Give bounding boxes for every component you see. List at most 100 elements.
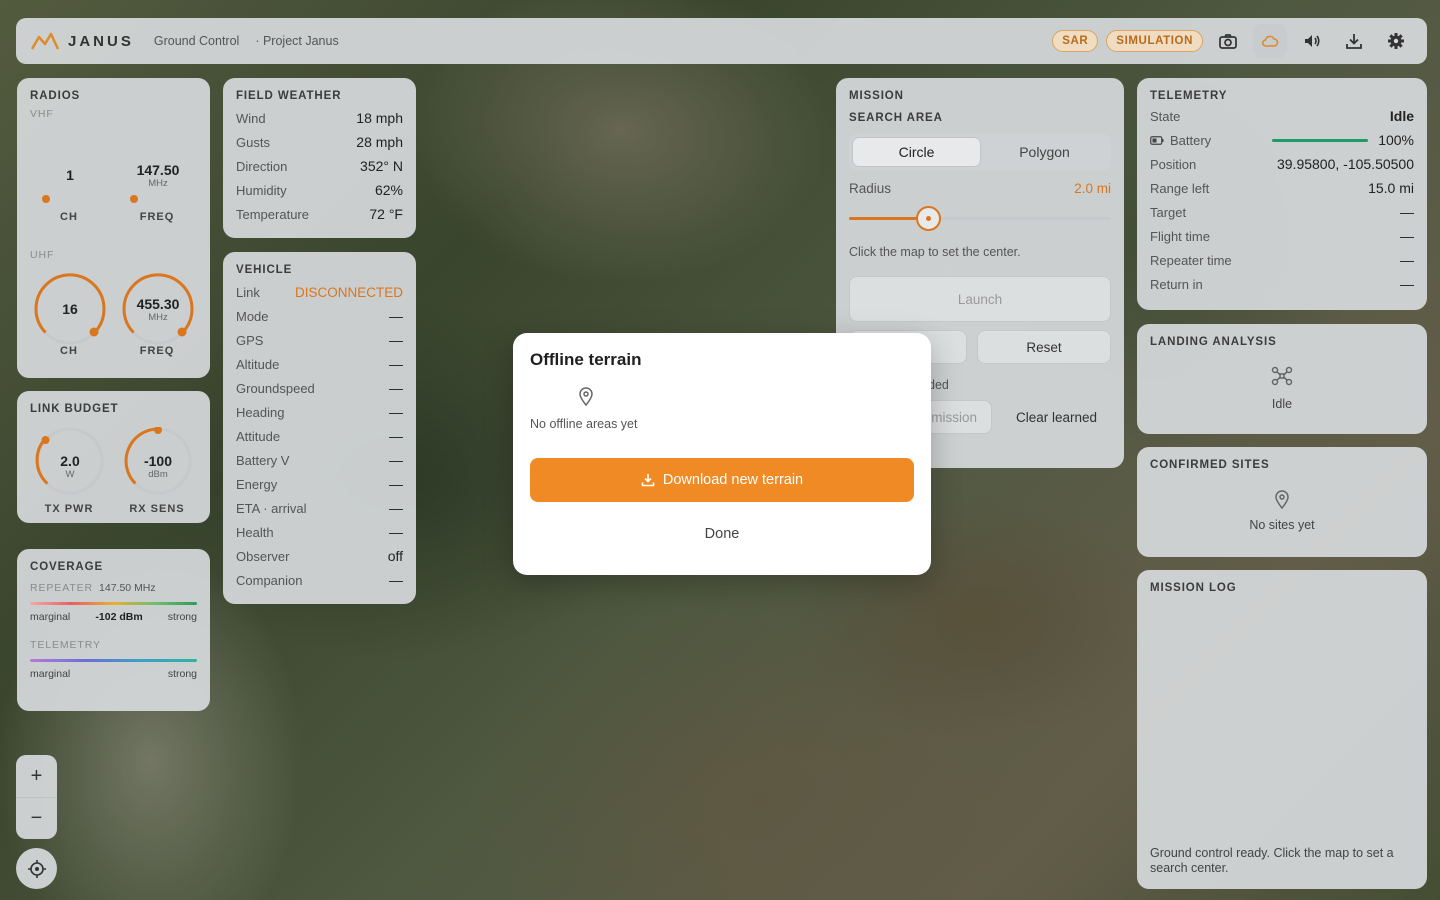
repeater-label: REPEATER: [30, 582, 94, 594]
weather-row: Humidity 62%: [236, 178, 403, 202]
radius-label: Radius: [849, 180, 892, 196]
drone-icon: [1271, 366, 1293, 386]
audio-button[interactable]: [1295, 24, 1329, 58]
weather-key: Temperature: [236, 206, 309, 222]
done-button[interactable]: Done: [513, 526, 931, 542]
vehicle-key: Observer: [236, 548, 290, 564]
simulation-pill[interactable]: SIMULATION: [1106, 30, 1203, 52]
telemetry-row: Position 39.95800, -105.50500: [1150, 152, 1414, 176]
tx-power-unit: W: [65, 469, 75, 480]
link-budget-title: LINK BUDGET: [30, 403, 119, 415]
coverage-panel: COVERAGE REPEATER 147.50 MHz marginal -1…: [17, 549, 210, 711]
volume-icon: [1305, 35, 1320, 47]
telemetry-key: Position: [1150, 156, 1197, 172]
vehicle-row: Mode —: [236, 304, 403, 328]
tx-power-gauge[interactable]: 2.0 W: [31, 427, 109, 505]
repeater-strong-label: strong: [167, 611, 197, 623]
uhf-channel-gauge[interactable]: 16: [31, 270, 109, 348]
landing-analysis-title: LANDING ANALYSIS: [1150, 336, 1277, 348]
repeater-freq: 147.50 MHz: [99, 582, 156, 594]
vehicle-link-key: Link: [236, 284, 260, 300]
crosshair-icon: [27, 859, 46, 878]
mission-log-entry: Ground control ready. Click the map to s…: [1150, 846, 1394, 875]
rx-sens-label: RX SENS: [129, 503, 185, 515]
reset-button[interactable]: Reset: [977, 330, 1111, 364]
uhf-freq-gauge[interactable]: 455.30 MHz: [119, 270, 197, 348]
vehicle-panel: VEHICLE Link DISCONNECTED Mode — GPS — Altit…: [223, 252, 416, 604]
app-subtitle: Ground Control: [153, 34, 240, 48]
vehicle-row: Energy —: [236, 472, 403, 496]
zoom-in-button[interactable]: +: [16, 755, 57, 797]
project-name: · Project Janus: [255, 34, 339, 48]
telemetry-panel: TELEMETRY State Idle Battery 100% Positi…: [1137, 78, 1427, 310]
circle-option[interactable]: Circle: [852, 137, 981, 167]
radios-panel: RADIOS VHF UHF 1 CH 147.50 MHz FREQ 16 C…: [17, 78, 210, 378]
battery-bar: [1272, 138, 1369, 142]
vhf-label: VHF: [30, 108, 54, 120]
vehicle-row: Altitude —: [236, 352, 403, 376]
uhf-freq-unit: MHz: [148, 312, 168, 323]
repeater-marginal-label: marginal: [30, 611, 71, 623]
telemetry-coverage-label: TELEMETRY: [30, 639, 101, 651]
vhf-channel-gauge[interactable]: 1: [31, 134, 109, 212]
telemetry-row: Target —: [1150, 200, 1414, 224]
vehicle-key: Heading: [236, 404, 285, 420]
weather-row: Direction 352° N: [236, 154, 403, 178]
location-pin-icon: [1275, 490, 1289, 510]
rx-sens-value: -100: [143, 453, 173, 469]
rx-sens-gauge[interactable]: -100 dBm: [119, 426, 197, 505]
telemetry-value: 15.0 mi: [1368, 180, 1414, 196]
vhf-freq-unit: MHz: [148, 178, 168, 189]
download-new-terrain-button[interactable]: Download new terrain: [530, 458, 914, 502]
landing-analysis-panel: LANDING ANALYSIS Idle: [1137, 324, 1427, 434]
camera-button[interactable]: [1211, 24, 1245, 58]
uhf-label: UHF: [30, 249, 55, 261]
offline-empty-text: No offline areas yet: [530, 417, 638, 431]
vhf-freq-gauge[interactable]: 147.50 MHz: [119, 134, 197, 212]
download-button-label: Download new terrain: [662, 472, 804, 488]
telemetry-value: —: [1400, 228, 1414, 244]
sar-mode-pill[interactable]: SAR: [1052, 30, 1099, 52]
launch-button[interactable]: Launch: [849, 276, 1111, 322]
locate-button[interactable]: [16, 848, 57, 889]
radius-slider[interactable]: [849, 202, 1111, 236]
vehicle-value: —: [389, 524, 403, 540]
weather-row: Gusts 28 mph: [236, 130, 403, 154]
vehicle-key: ETA · arrival: [236, 500, 307, 516]
brand-name: JANUS: [68, 32, 134, 50]
telemetry-key: Flight time: [1150, 228, 1210, 244]
brand: JANUS Ground Control · Project Janus: [30, 31, 339, 51]
download-icon: [641, 474, 655, 487]
vehicle-key: Health: [236, 524, 274, 540]
zoom-out-button[interactable]: −: [16, 797, 57, 839]
battery-key: Battery: [1170, 132, 1212, 148]
vehicle-key: Altitude: [236, 356, 280, 372]
settings-button[interactable]: [1379, 24, 1413, 58]
vehicle-row: Groundspeed —: [236, 376, 403, 400]
vehicle-row: ETA · arrival —: [236, 496, 403, 520]
vehicle-row: Battery V —: [236, 448, 403, 472]
download-button[interactable]: [1337, 24, 1371, 58]
weather-value: 352° N: [360, 158, 403, 174]
telemetry-row: Repeater time —: [1150, 248, 1414, 272]
download-icon: [1346, 34, 1362, 49]
zoom-controls: + −: [16, 755, 57, 839]
radius-slider-thumb[interactable]: [915, 206, 941, 231]
polygon-option[interactable]: Polygon: [981, 137, 1108, 167]
vhf-channel-value: 1: [66, 167, 74, 183]
weather-key: Wind: [236, 110, 266, 126]
vehicle-row: Heading —: [236, 400, 403, 424]
landing-status: Idle: [1271, 397, 1293, 411]
clear-learned-button[interactable]: Clear learned: [1002, 400, 1111, 434]
telemetry-marginal-label: marginal: [30, 668, 71, 680]
tx-power-label: TX PWR: [44, 503, 94, 515]
telemetry-title: TELEMETRY: [1150, 90, 1228, 102]
offline-terrain-button[interactable]: [1253, 24, 1287, 58]
uhf-channel-value: 16: [62, 301, 78, 317]
camera-icon: [1219, 34, 1237, 49]
telemetry-key: Range left: [1150, 180, 1210, 196]
vhf-ch-label: CH: [60, 211, 78, 223]
vehicle-value: —: [389, 356, 403, 372]
telemetry-key: Repeater time: [1150, 252, 1232, 268]
vehicle-value: —: [389, 308, 403, 324]
